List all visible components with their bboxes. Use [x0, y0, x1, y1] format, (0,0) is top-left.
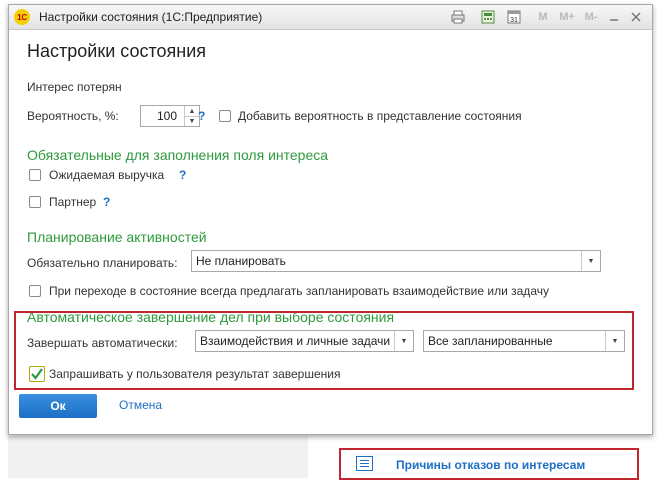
- partner-label[interactable]: Партнер: [49, 195, 96, 209]
- planning-heading: Планирование активностей: [27, 229, 207, 245]
- mandatory-planning-label: Обязательно планировать:: [27, 256, 178, 270]
- calculator-icon[interactable]: [479, 9, 497, 25]
- probability-input[interactable]: 100 ▲ ▼: [140, 105, 200, 127]
- background-area: [8, 436, 308, 478]
- memory-m-button[interactable]: M: [536, 9, 550, 25]
- close-icon[interactable]: [629, 9, 643, 25]
- suggest-planning-checkbox[interactable]: [29, 285, 41, 297]
- probability-help-icon[interactable]: ?: [198, 109, 205, 123]
- cancel-link[interactable]: Отмена: [119, 398, 162, 412]
- refusal-reasons-button[interactable]: Причины отказов по интересам: [339, 448, 639, 480]
- partner-help-icon[interactable]: ?: [103, 195, 110, 209]
- settings-window: 1С Настройки состояния (1С:Предприятие) …: [8, 4, 653, 435]
- list-icon: [356, 456, 373, 471]
- form-heading: Настройки состояния: [27, 41, 207, 61]
- mandatory-planning-value: Не планировать: [196, 254, 286, 268]
- chevron-down-icon[interactable]: ▼: [581, 251, 600, 271]
- add-probability-label[interactable]: Добавить вероятность в представление сос…: [238, 109, 522, 123]
- state-name: Интерес потерян: [27, 80, 122, 94]
- probability-stepper[interactable]: ▲ ▼: [184, 106, 199, 126]
- minimize-icon[interactable]: [607, 9, 621, 25]
- print-icon[interactable]: [449, 9, 467, 25]
- required-fields-heading: Обязательные для заполнения поля интерес…: [27, 147, 329, 163]
- expected-revenue-label[interactable]: Ожидаемая выручка: [49, 168, 164, 182]
- highlight-box: [14, 311, 634, 390]
- add-probability-checkbox[interactable]: [219, 110, 231, 122]
- probability-value: 100: [156, 109, 177, 123]
- app-logo-icon: 1С: [14, 9, 30, 25]
- mandatory-planning-select[interactable]: Не планировать ▼: [191, 250, 601, 272]
- calendar-icon[interactable]: 31: [505, 9, 523, 25]
- probability-label: Вероятность, %:: [27, 109, 119, 123]
- memory-plus-button[interactable]: M+: [556, 9, 578, 25]
- title-bar: 1С Настройки состояния (1С:Предприятие) …: [9, 5, 652, 30]
- suggest-planning-label[interactable]: При переходе в состояние всегда предлага…: [49, 284, 549, 298]
- expected-revenue-help-icon[interactable]: ?: [179, 168, 186, 182]
- window-title: Настройки состояния (1С:Предприятие): [39, 10, 263, 24]
- ok-button[interactable]: Ок: [19, 394, 97, 418]
- refusal-reasons-label: Причины отказов по интересам: [396, 458, 586, 472]
- svg-text:31: 31: [510, 17, 518, 24]
- stepper-down-icon[interactable]: ▼: [185, 116, 199, 126]
- expected-revenue-checkbox[interactable]: [29, 169, 41, 181]
- partner-checkbox[interactable]: [29, 196, 41, 208]
- memory-minus-button[interactable]: M-: [582, 9, 600, 25]
